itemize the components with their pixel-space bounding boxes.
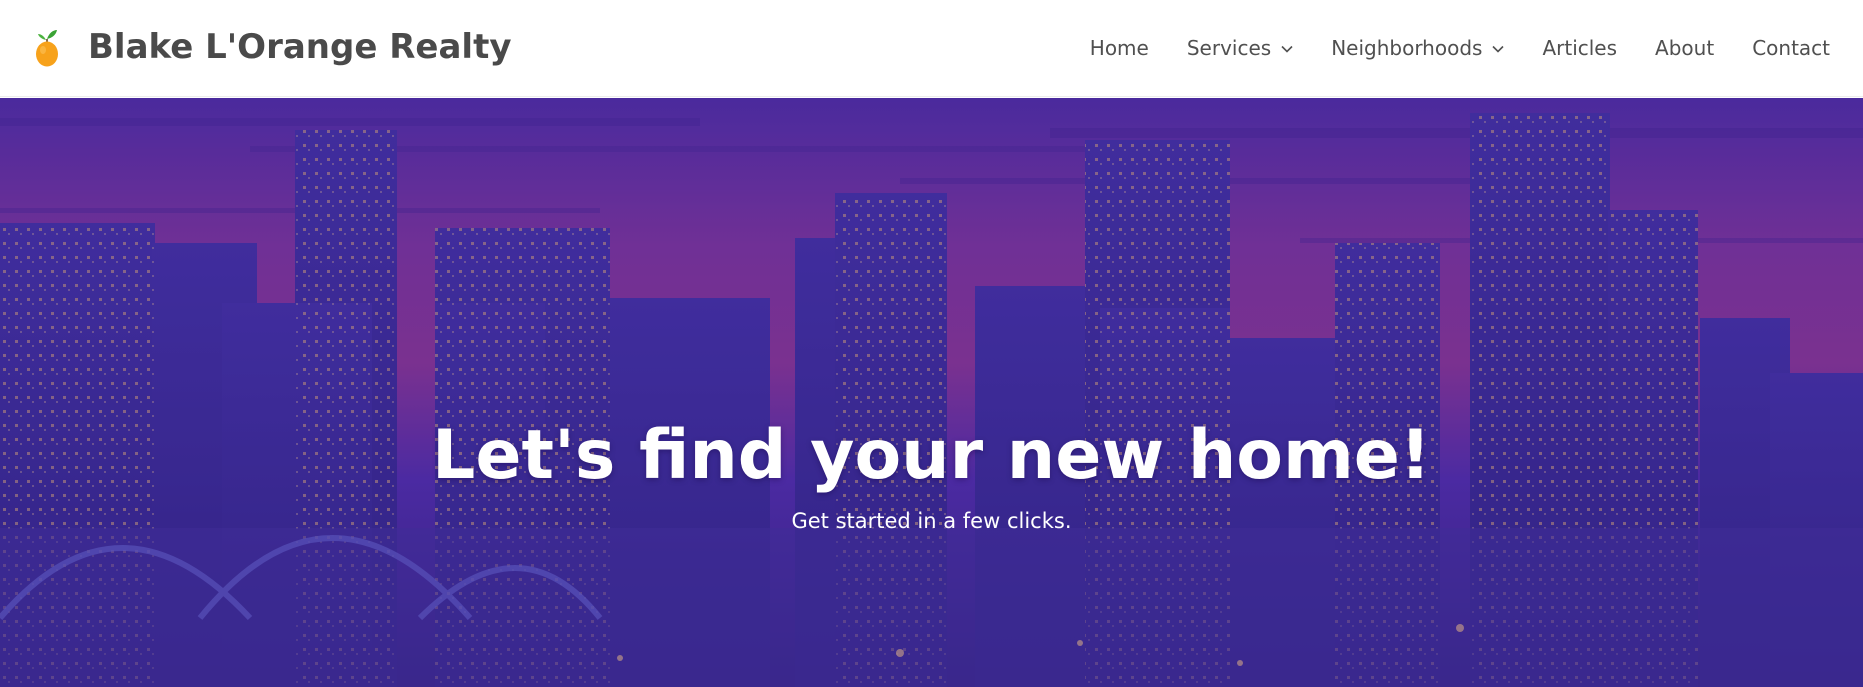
site-header: Blake L'Orange Realty Home Services Neig…: [0, 0, 1863, 97]
nav-item-contact[interactable]: Contact: [1752, 36, 1830, 60]
brand-link[interactable]: Blake L'Orange Realty: [32, 19, 512, 75]
nav-item-about[interactable]: About: [1655, 36, 1714, 60]
hero-title: Let's find your new home!: [432, 416, 1431, 495]
nav-item-home[interactable]: Home: [1090, 36, 1149, 60]
orange-fruit-icon: [36, 30, 58, 67]
nav-item-neighborhoods[interactable]: Neighborhoods: [1331, 36, 1505, 60]
hero-banner: Let's find your new home! Get started in…: [0, 98, 1863, 687]
nav-item-services[interactable]: Services: [1187, 36, 1293, 60]
hero-subtitle: Get started in a few clicks.: [791, 509, 1072, 533]
brand-name: Blake L'Orange Realty: [88, 27, 512, 67]
nav-item-articles[interactable]: Articles: [1542, 36, 1617, 60]
nav-item-label: Home: [1089, 36, 1149, 60]
nav-item-label: Neighborhoods: [1331, 36, 1483, 60]
city-skyline-background: [0, 98, 1863, 687]
nav-item-label: Articles: [1542, 36, 1618, 60]
nav-item-label: Contact: [1752, 36, 1830, 60]
nav-item-label: About: [1655, 36, 1715, 60]
chevron-down-icon: [1492, 45, 1505, 53]
main-nav: Home Services Neighborhoods Articles Abo…: [1090, 34, 1830, 62]
nav-item-label: Services: [1186, 36, 1272, 60]
chevron-down-icon: [1281, 45, 1293, 53]
